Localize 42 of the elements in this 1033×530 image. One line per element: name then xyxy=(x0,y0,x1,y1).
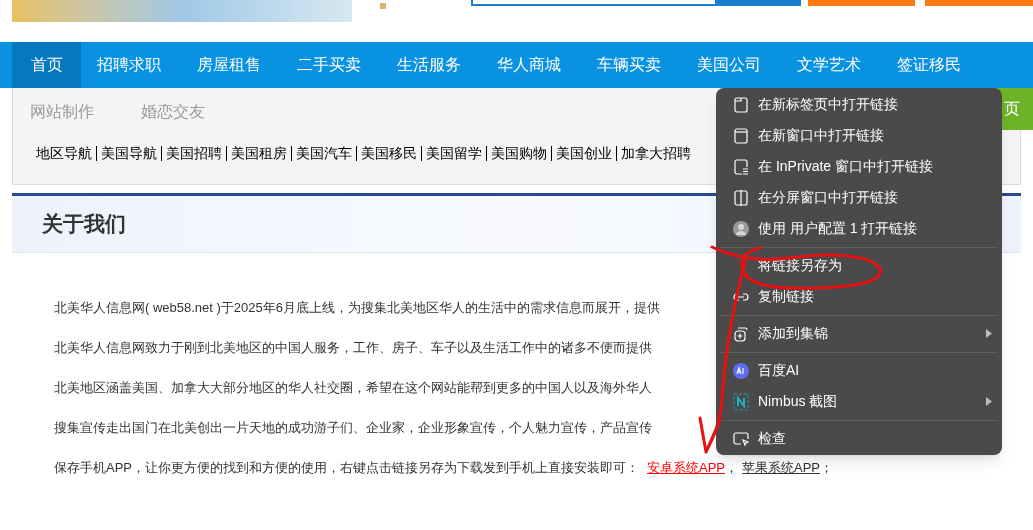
paragraph: 北美华人信息网致力于刚到北美地区的中国人服务，工作、房子、车子以及生活工作中的诸多不便而提供 xyxy=(54,339,652,357)
header-button[interactable] xyxy=(808,0,915,6)
menu-item[interactable]: 添加到集锦 xyxy=(716,318,1002,349)
quick-link[interactable]: 美国留学 xyxy=(426,143,482,164)
quick-link[interactable]: 地区导航 xyxy=(36,143,92,164)
ai-badge-icon xyxy=(733,362,749,379)
dot-mark xyxy=(380,3,386,9)
menu-item[interactable]: Nimbus 截图 xyxy=(716,386,1002,417)
paragraph: 保存手机APP，让你更方便的找到和方便的使用，右键点击链接另存为下载发到手机上直接安装即可： xyxy=(54,459,639,477)
quick-link[interactable]: 美国购物 xyxy=(491,143,547,164)
menu-item[interactable]: 百度AI xyxy=(716,355,1002,386)
quick-link[interactable]: 美国招聘 xyxy=(166,143,222,164)
menu-item[interactable]: 复制链接 xyxy=(716,281,1002,312)
inspect-icon xyxy=(732,429,750,448)
menu-item[interactable]: 在 InPrivate 窗口中打开链接 xyxy=(716,151,1002,182)
n-logo-icon xyxy=(733,392,749,411)
header-button[interactable] xyxy=(925,0,1033,6)
punctuation: ， xyxy=(725,459,739,477)
download-link[interactable]: 安卓系统APP xyxy=(647,458,726,478)
avatar-icon xyxy=(733,220,749,237)
menu-item[interactable]: 使用 用户配置 1 打开链接 xyxy=(716,213,1002,244)
window-icon xyxy=(732,126,750,145)
nav-tab[interactable]: 首页 xyxy=(12,42,81,88)
quick-link[interactable]: 美国租房 xyxy=(231,143,287,164)
split-window-icon xyxy=(732,188,750,207)
quick-link[interactable]: 美国导航 xyxy=(101,143,157,164)
paragraph: 北美华人信息网( web58.net )于2025年6月底上线，为搜集北美地区华人的生活中的需求信息而展开，提供 xyxy=(54,299,661,317)
paragraph: 搜集宣传走出国门在北美创出一片天地的成功游子们、企业家，企业形象宣传，个人魅力宣传，产品宣传 xyxy=(54,419,652,437)
quick-link[interactable]: 美国汽车 xyxy=(296,143,352,164)
section-title: 关于我们 xyxy=(42,211,126,238)
download-link[interactable]: 苹果系统APP xyxy=(742,458,821,478)
menu-item[interactable]: 在分屏窗口中打开链接 xyxy=(716,182,1002,213)
paragraph: 北美地区涵盖美国、加拿大大部分地区的华人社交圈，希望在这个网站能帮到更多的中国人以及海外华人 xyxy=(54,379,652,397)
quick-link[interactable]: 加拿大招聘 xyxy=(621,143,691,164)
quick-link[interactable]: 美国移民 xyxy=(361,143,417,164)
new-tab-icon xyxy=(732,95,750,114)
collection-add-icon xyxy=(732,324,750,343)
punctuation: ； xyxy=(820,459,834,477)
quick-link[interactable]: 美国创业 xyxy=(556,143,612,164)
menu-item[interactable]: 检查 xyxy=(716,423,1002,454)
search-button[interactable] xyxy=(715,0,801,6)
private-window-icon xyxy=(732,157,750,176)
